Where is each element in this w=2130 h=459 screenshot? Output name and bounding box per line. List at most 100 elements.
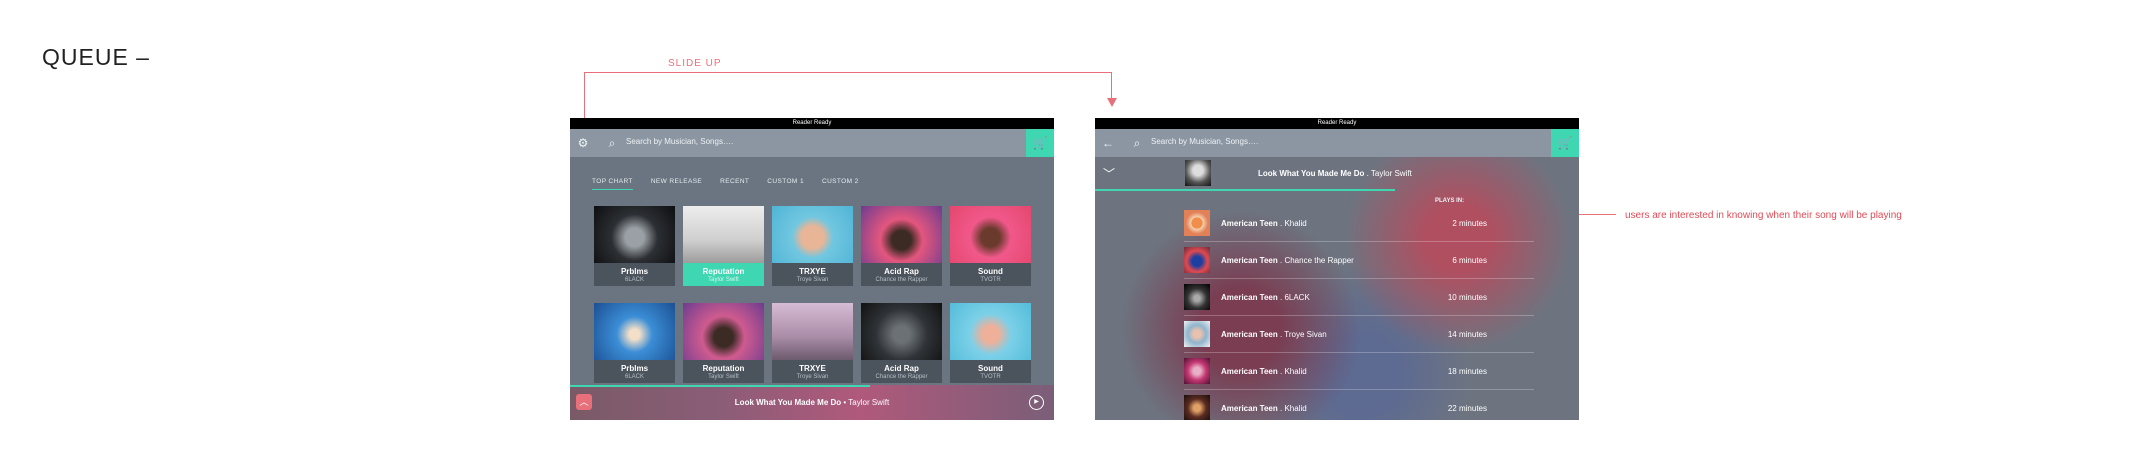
tab-custom-1[interactable]: CUSTOM 1 xyxy=(767,178,804,190)
queue-thumbnail xyxy=(1184,358,1210,384)
back-arrow-icon[interactable]: ← xyxy=(1101,136,1115,150)
album-art xyxy=(861,303,942,360)
queue-plays-in: 14 minutes xyxy=(1447,330,1487,339)
cart-icon: 🛒 xyxy=(1557,136,1573,150)
queue-title: American Teen . Troye Sivan xyxy=(1221,330,1327,339)
now-playing-bar[interactable]: ︿ Look What You Made Me Do • Taylor Swif… xyxy=(570,385,1054,420)
queue-item[interactable]: American Teen . 6LACK 10 minutes xyxy=(1184,279,1534,316)
chevron-down-icon[interactable]: ﹀ xyxy=(1103,165,1117,182)
queue-screen: Reader Ready ← ⌕ Search by Musician, Son… xyxy=(1095,118,1579,420)
album-card[interactable]: Reputation Taylor Swift xyxy=(683,303,764,383)
album-artist: 6LACK xyxy=(624,374,644,380)
now-playing-thumbnail xyxy=(1185,160,1211,186)
annotation-arrow-head xyxy=(1107,98,1117,107)
playback-progress xyxy=(570,385,870,387)
album-art xyxy=(861,206,942,263)
now-playing-header: ﹀ Look What You Made Me Do . Taylor Swif… xyxy=(1095,157,1579,191)
album-card[interactable]: Sound TVOTR xyxy=(950,303,1031,383)
queue-song: American Teen xyxy=(1221,256,1278,265)
queue-artist: Khalid xyxy=(1284,404,1307,413)
album-card[interactable]: TRXYE Troye Sivan xyxy=(772,206,853,286)
queue-song: American Teen xyxy=(1221,367,1278,376)
queue-item[interactable]: American Teen . Khalid 18 minutes xyxy=(1184,353,1534,390)
album-card[interactable]: Acid Rap Chance the Rapper xyxy=(861,206,942,286)
tab-custom-2[interactable]: CUSTOM 2 xyxy=(822,178,859,190)
now-playing-artist: Taylor Swift xyxy=(848,398,890,407)
queue-song: American Teen xyxy=(1221,219,1278,228)
queue-item[interactable]: American Teen . Troye Sivan 14 minutes xyxy=(1184,316,1534,353)
queue-item[interactable]: American Teen . Chance the Rapper 6 minut… xyxy=(1184,242,1534,279)
album-title: Prblms xyxy=(620,364,649,373)
annotation-line-horizontal xyxy=(584,72,1112,73)
play-button[interactable]: ▶ xyxy=(1029,395,1044,410)
queue-thumbnail xyxy=(1184,210,1210,236)
queue-song: American Teen xyxy=(1221,330,1278,339)
album-artist: Taylor Swift xyxy=(708,277,739,283)
now-playing-artist: Taylor Swift xyxy=(1370,169,1412,178)
queue-plays-in: 2 minutes xyxy=(1452,219,1487,228)
queue-plays-in: 10 minutes xyxy=(1447,293,1487,302)
album-card[interactable]: Prblms 6LACK xyxy=(594,206,675,286)
queue-plays-in: 22 minutes xyxy=(1447,404,1487,413)
queue-artist: Chance the Rapper xyxy=(1284,256,1354,265)
queue-artist: Khalid xyxy=(1284,219,1307,228)
now-playing-text: Look What You Made Me Do . Taylor Swift xyxy=(1258,169,1412,178)
queue-title: American Teen . Khalid xyxy=(1221,219,1307,228)
cart-icon: 🛒 xyxy=(1032,136,1048,150)
cart-button[interactable]: 🛒 xyxy=(1026,129,1054,157)
queue-thumbnail xyxy=(1184,395,1210,420)
album-card[interactable]: Acid Rap Chance the Rapper xyxy=(861,303,942,383)
gear-icon[interactable]: ⚙ xyxy=(576,136,590,150)
album-artist: TVOTR xyxy=(980,374,1001,380)
playback-progress xyxy=(1095,189,1395,191)
queue-thumbnail xyxy=(1184,321,1210,347)
album-artist: Troye Sivan xyxy=(796,277,829,283)
search-input[interactable]: Search by Musician, Songs…. xyxy=(626,137,733,146)
cart-button[interactable]: 🛒 xyxy=(1551,129,1579,157)
search-input[interactable]: Search by Musician, Songs…. xyxy=(1151,137,1258,146)
album-title: TRXYE xyxy=(799,364,826,373)
tab-new-release[interactable]: NEW RELEASE xyxy=(651,178,702,190)
queue-title: American Teen . Khalid xyxy=(1221,367,1307,376)
queue-item[interactable]: American Teen . Khalid 2 minutes xyxy=(1184,205,1534,242)
status-bar: Reader Ready xyxy=(570,118,1054,129)
queue-thumbnail xyxy=(1184,284,1210,310)
plays-in-label: PLAYS IN: xyxy=(1435,198,1465,204)
now-playing-song: Look What You Made Me Do xyxy=(734,398,842,407)
annotation-note: users are interested in knowing when the… xyxy=(1625,210,1902,221)
album-title: Prblms xyxy=(620,267,649,276)
search-bar: ⚙ ⌕ Search by Musician, Songs…. 🛒 xyxy=(570,129,1054,157)
category-tabs: TOP CHART NEW RELEASE RECENT CUSTOM 1 CU… xyxy=(592,178,859,190)
album-artist: TVOTR xyxy=(980,277,1001,283)
album-art xyxy=(950,206,1031,263)
queue-item[interactable]: American Teen . Khalid 22 minutes xyxy=(1184,390,1534,420)
album-title: Sound xyxy=(978,364,1003,373)
album-art xyxy=(950,303,1031,360)
slide-up-label: SLIDE UP xyxy=(668,58,722,69)
queue-plays-in: 6 minutes xyxy=(1452,256,1487,265)
queue-title: American Teen . Chance the Rapper xyxy=(1221,256,1354,265)
album-card[interactable]: Sound TVOTR xyxy=(950,206,1031,286)
album-card[interactable]: TRXYE Troye Sivan xyxy=(772,303,853,383)
annotation-line-vertical-right xyxy=(1111,72,1112,100)
browse-screen: Reader Ready ⚙ ⌕ Search by Musician, Son… xyxy=(570,118,1054,420)
album-grid: Prblms 6LACK Reputation Taylor Swift TRXYE… xyxy=(594,206,1031,383)
search-icon[interactable]: ⌕ xyxy=(605,136,619,150)
album-art xyxy=(594,303,675,360)
search-bar: ← ⌕ Search by Musician, Songs…. 🛒 xyxy=(1095,129,1579,157)
queue-title: American Teen . Khalid xyxy=(1221,404,1307,413)
album-card[interactable]: Prblms 6LACK xyxy=(594,303,675,383)
queue-artist: Khalid xyxy=(1284,367,1307,376)
album-title: Sound xyxy=(978,267,1003,276)
album-card[interactable]: Reputation Taylor Swift xyxy=(683,206,764,286)
queue-list: American Teen . Khalid 2 minutes American… xyxy=(1184,205,1534,420)
queue-artist: 6LACK xyxy=(1284,293,1310,302)
tab-top-chart[interactable]: TOP CHART xyxy=(592,178,633,190)
now-playing-song: Look What You Made Me Do xyxy=(1258,169,1365,178)
page-title: QUEUE – xyxy=(42,44,150,70)
queue-song: American Teen xyxy=(1221,404,1278,413)
album-artist: Taylor Swift xyxy=(708,374,739,380)
album-artist: 6LACK xyxy=(624,277,644,283)
tab-recent[interactable]: RECENT xyxy=(720,178,749,190)
search-icon[interactable]: ⌕ xyxy=(1130,136,1144,150)
